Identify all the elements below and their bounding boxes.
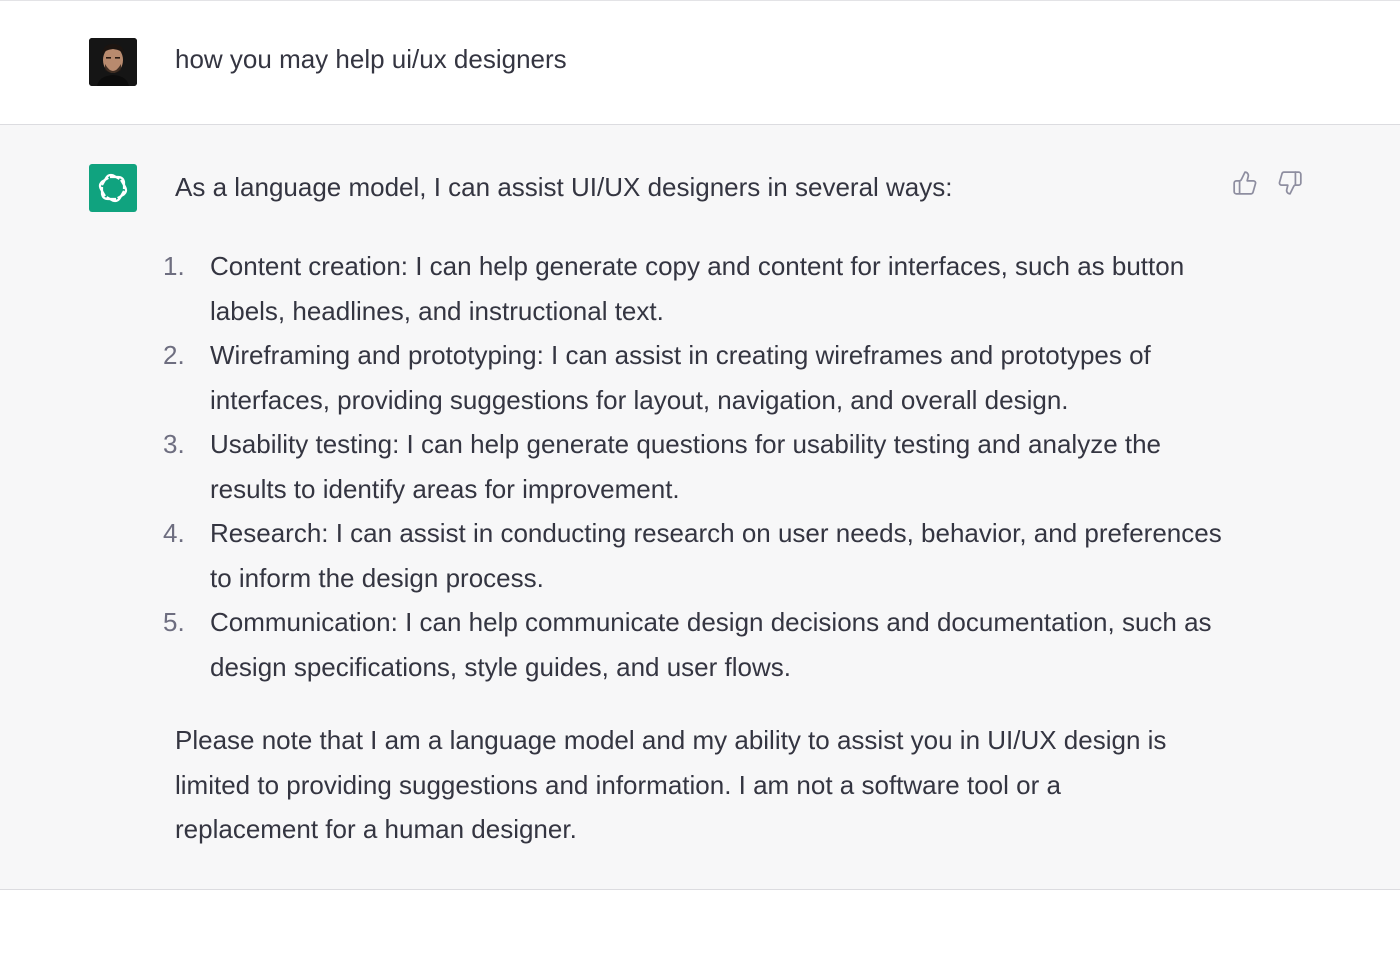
assistant-message-row: As a language model, I can assist UI/UX … [0,125,1400,890]
list-item-line: to inform the design process. [210,562,544,593]
list-item-line: Research: I can assist in conducting res… [210,518,1222,548]
openai-logo-icon [89,164,137,212]
user-message-text: how you may help ui/ux designers [175,44,567,74]
note-line: Please note that I am a language model a… [175,725,1167,755]
assistant-intro-text: As a language model, I can assist UI/UX … [175,172,953,202]
list-item-number: 2. [163,340,185,370]
note-line: replacement for a human designer. [175,814,577,844]
list-item-number: 1. [163,251,185,281]
list-item-number: 5. [163,607,185,637]
list-item-line: Content creation: I can help generate co… [210,251,1185,281]
list-item-line: design specifications, style guides, and… [210,651,791,682]
thumbs-down-icon [1278,171,1302,195]
user-message-row: how you may help ui/ux designers [0,1,1400,125]
list-item: 5. Communication: I can help communicate… [162,600,1232,689]
user-avatar [89,38,137,86]
thumbs-up-icon [1233,171,1257,195]
list-item-line: results to identify areas for improvemen… [210,473,680,504]
thumbs-up-button[interactable] [1230,168,1260,198]
list-item-number: 3. [163,429,185,459]
list-item-line: interfaces, providing suggestions for la… [210,384,1069,415]
list-item: 1. Content creation: I can help generate… [162,244,1232,333]
assistant-closing-note: Please note that I am a language model a… [175,718,1215,852]
assistant-ordered-list: 1. Content creation: I can help generate… [162,244,1232,689]
list-item-line: Usability testing: I can help generate q… [210,429,1162,459]
list-item-number: 4. [163,518,185,548]
list-item: 3. Usability testing: I can help generat… [162,422,1232,511]
list-item-line: labels, headlines, and instructional tex… [210,295,664,326]
note-line: limited to providing suggestions and inf… [175,769,1061,800]
list-item-line: Wireframing and prototyping: I can assis… [210,340,1151,370]
thumbs-down-button[interactable] [1275,168,1305,198]
list-item-line: Communication: I can help communicate de… [210,607,1212,637]
list-item: 2. Wireframing and prototyping: I can as… [162,333,1232,422]
list-item: 4. Research: I can assist in conducting … [162,511,1232,600]
